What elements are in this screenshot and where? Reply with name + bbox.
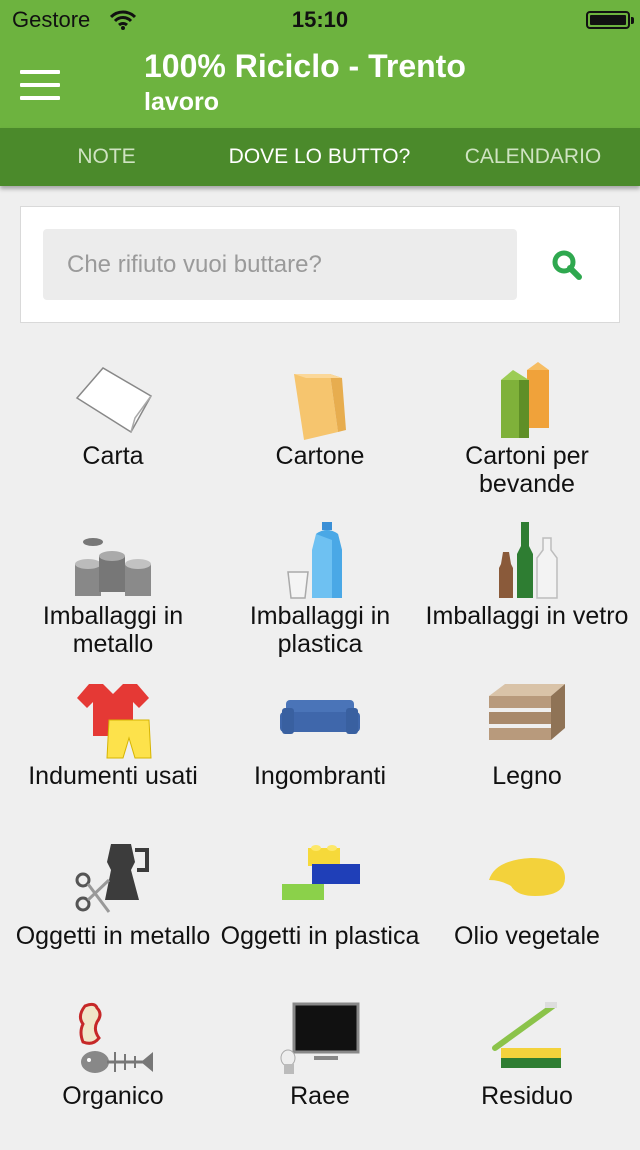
tab-note[interactable]: NOTE (0, 128, 213, 186)
app-title: 100% Riciclo - Trento (144, 48, 466, 84)
status-bar: Gestore 15:10 (0, 0, 640, 40)
toothbrush-sponge-icon (492, 1002, 561, 1068)
tab-calendario[interactable]: CALENDARIO (426, 128, 640, 186)
apple-core-fishbone-icon (78, 1002, 153, 1073)
search-card (20, 206, 620, 323)
category-cartoni-per-bevande[interactable]: Cartoni per bevande (424, 350, 630, 510)
category-label: Legno (492, 762, 562, 790)
battery-icon (586, 11, 634, 29)
category-label: Imballaggi in vetro (425, 602, 629, 630)
moka-scissors-icon (75, 844, 149, 913)
paper-icon (75, 367, 153, 434)
search-input[interactable] (43, 229, 517, 300)
category-label: Oggetti in plastica (220, 922, 420, 950)
plastic-bricks-icon (282, 845, 360, 900)
profile-subtitle: lavoro (144, 88, 220, 116)
monitor-bulb-icon (280, 1002, 360, 1074)
category-label: Residuo (481, 1082, 573, 1110)
category-label: Cartoni per bevande (465, 442, 589, 498)
category-legno[interactable]: Legno (424, 670, 630, 830)
category-label: Indumenti usati (28, 762, 198, 790)
category-indumenti-usati[interactable]: Indumenti usati (10, 670, 216, 830)
category-oggetti-metallo[interactable]: Oggetti in metallo (10, 830, 216, 990)
category-imballaggi-plastica[interactable]: Imballaggi in plastica (217, 510, 423, 670)
tab-bar: NOTE DOVE LO BUTTO? CALENDARIO (0, 128, 640, 186)
category-label: Cartone (275, 442, 365, 470)
category-oggetti-plastica[interactable]: Oggetti in plastica (217, 830, 423, 990)
tab-dove-lo-butto[interactable]: DOVE LO BUTTO? (213, 128, 426, 186)
category-imballaggi-vetro[interactable]: Imballaggi in vetro (424, 510, 630, 670)
category-label: Raee (290, 1082, 350, 1110)
plastic-bottle-icon (287, 522, 342, 599)
metal-cans-icon (75, 538, 151, 596)
category-label: Imballaggi in metallo (42, 602, 184, 658)
search-icon[interactable] (549, 247, 585, 283)
category-label: Olio vegetale (454, 922, 600, 950)
category-carta[interactable]: Carta (10, 350, 216, 510)
category-residuo[interactable]: Residuo (424, 990, 630, 1150)
category-label: Carta (82, 442, 144, 470)
glass-bottles-icon (499, 522, 558, 599)
sofa-icon (280, 700, 360, 734)
app-bar: 100% Riciclo - Trento lavoro (0, 40, 640, 128)
category-label: Organico (62, 1082, 164, 1110)
category-label: Ingombranti (253, 762, 387, 790)
category-raee[interactable]: Raee (217, 990, 423, 1150)
clock: 15:10 (291, 7, 349, 32)
clothes-icon (77, 684, 152, 759)
category-cartone[interactable]: Cartone (217, 350, 423, 510)
category-olio-vegetale[interactable]: Olio vegetale (424, 830, 630, 990)
drink-cartons-icon (501, 362, 549, 438)
cardboard-bag-icon (294, 374, 346, 440)
category-imballaggi-metallo[interactable]: Imballaggi in metallo (10, 510, 216, 670)
category-organico[interactable]: Organico (10, 990, 216, 1150)
category-label: Imballaggi in plastica (249, 602, 391, 658)
category-ingombranti[interactable]: Ingombranti (217, 670, 423, 830)
oil-stain-icon (489, 858, 565, 896)
hamburger-menu-icon[interactable] (20, 70, 60, 100)
category-label: Oggetti in metallo (15, 922, 211, 950)
wooden-crate-icon (489, 684, 565, 740)
